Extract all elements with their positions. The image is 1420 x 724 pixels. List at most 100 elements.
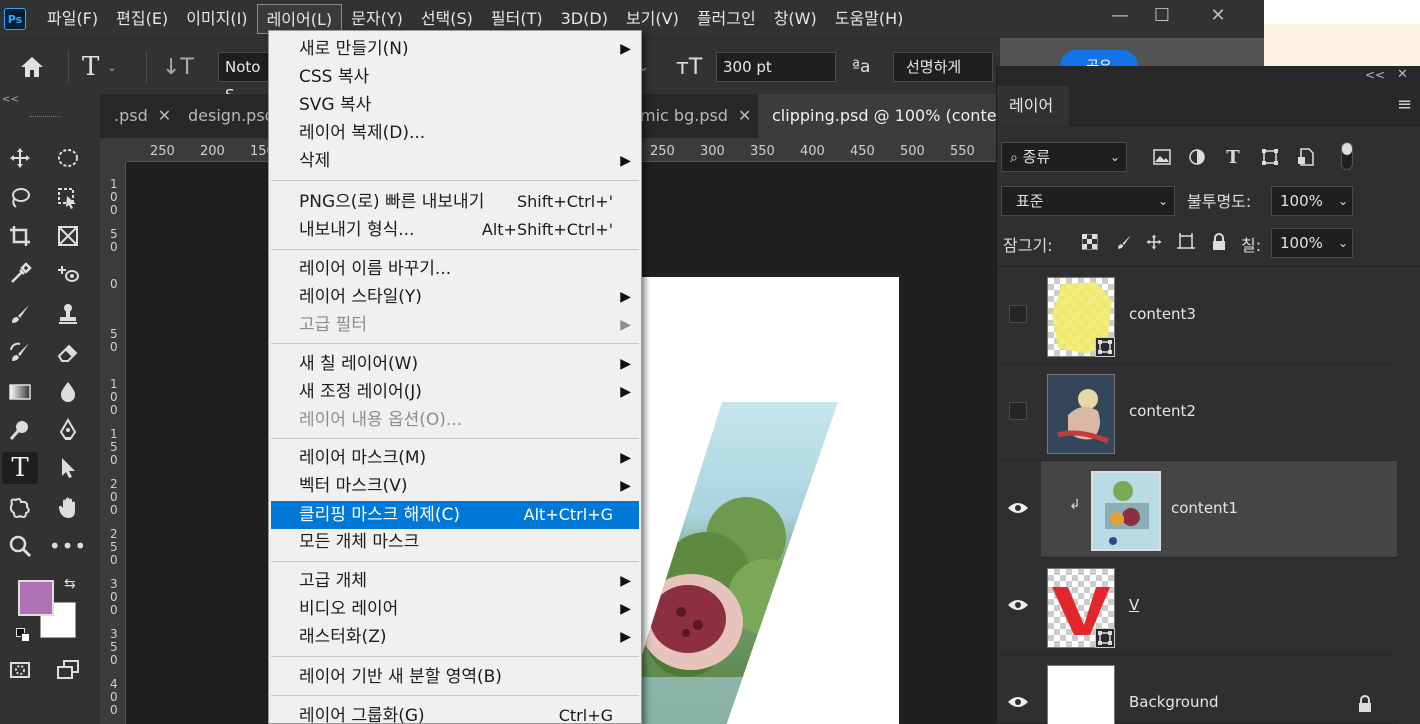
fill-field[interactable]: 100% ⌄	[1271, 228, 1353, 258]
filter-shape-layers-button[interactable]	[1259, 146, 1281, 168]
swap-colors-icon[interactable]: ⇆	[64, 576, 76, 592]
blend-mode-select[interactable]: 표준 ⌄	[1001, 186, 1175, 216]
lock-artboard-button[interactable]	[1175, 231, 1197, 253]
crop-tool[interactable]	[2, 220, 38, 252]
text-orientation-button[interactable]: ↓T	[162, 51, 194, 83]
menu-file[interactable]: 파일(F)	[38, 4, 107, 34]
filter-type-layers-button[interactable]: T	[1222, 146, 1244, 168]
menu-item-quick-export-png[interactable]: PNG으(로) 빠른 내보내기 Shift+Ctrl+'	[271, 188, 639, 216]
tab-clipping[interactable]: clipping.psd @ 100% (content	[758, 94, 1000, 138]
menu-item-vector-mask[interactable]: 벡터 마스크(V) ▶	[271, 472, 639, 500]
dodge-tool[interactable]	[2, 414, 38, 446]
visibility-toggle[interactable]	[1009, 305, 1027, 323]
quick-mask-button[interactable]	[2, 654, 38, 686]
menu-item-new-fill-layer[interactable]: 새 칠 레이어(W) ▶	[271, 350, 639, 378]
layer-row-background[interactable]: Background	[997, 655, 1397, 724]
menu-item-export-as[interactable]: 내보내기 형식... Alt+Shift+Ctrl+'	[271, 216, 639, 244]
object-selection-tool[interactable]	[50, 182, 86, 214]
menu-item-new-adjustment-layer[interactable]: 새 조정 레이어(J) ▶	[271, 378, 639, 406]
menu-item-release-clipping-mask[interactable]: 클리핑 마스크 해제(C) Alt+Ctrl+G	[271, 501, 639, 529]
default-colors-icon[interactable]	[16, 628, 30, 642]
lasso-tool[interactable]	[2, 182, 38, 214]
tab-document-1[interactable]: .psd ✕	[100, 94, 174, 138]
anti-alias-select[interactable]: 선명하게	[893, 51, 993, 83]
document-canvas[interactable]	[626, 277, 899, 724]
color-sampler-tool[interactable]	[50, 258, 86, 290]
type-tool[interactable]: T	[2, 452, 38, 484]
gradient-tool[interactable]	[2, 376, 38, 408]
eye-icon[interactable]	[1007, 499, 1029, 517]
menu-item-label: 비디오 레이어	[299, 599, 399, 619]
hand-tool[interactable]	[50, 492, 86, 524]
menu-item-layer-style[interactable]: 레이어 스타일(Y) ▶	[271, 283, 639, 311]
menu-item-rasterize[interactable]: 래스터화(Z) ▶	[271, 623, 639, 651]
menu-item-delete[interactable]: 삭제 ▶	[271, 147, 639, 175]
menu-item-new-layer-based-slice[interactable]: 레이어 기반 새 분할 영역(B)	[271, 663, 639, 691]
layer-filter-select[interactable]: ⌕ 종류 ⌄	[1001, 142, 1127, 172]
close-icon[interactable]: ✕	[738, 106, 751, 125]
lock-all-button[interactable]	[1208, 231, 1230, 253]
blur-tool[interactable]	[50, 376, 86, 408]
filter-pixel-layers-button[interactable]	[1151, 146, 1173, 168]
menu-help[interactable]: 도움말(H)	[826, 4, 913, 34]
eyedropper-tool[interactable]	[2, 258, 38, 290]
eye-icon[interactable]	[1007, 693, 1029, 711]
menu-item-copy-svg[interactable]: SVG 복사	[271, 91, 639, 119]
ruler-label: 250	[650, 144, 675, 159]
opacity-field[interactable]: 100% ⌄	[1271, 186, 1353, 216]
menu-item-duplicate-layer[interactable]: 레이어 복제(D)...	[271, 119, 639, 147]
filter-smart-object-button[interactable]	[1295, 146, 1317, 168]
frame-tool[interactable]	[50, 220, 86, 252]
tools-collapse-button[interactable]: <<	[0, 94, 100, 108]
menu-item-video-layers[interactable]: 비디오 레이어 ▶	[271, 595, 639, 623]
menu-edit[interactable]: 편집(E)	[107, 4, 177, 34]
lock-transparent-pixels-button[interactable]	[1079, 231, 1101, 253]
lock-position-button[interactable]	[1143, 231, 1165, 253]
menu-image[interactable]: 이미지(I)	[177, 4, 256, 34]
menu-item-copy-css[interactable]: CSS 복사	[271, 63, 639, 91]
tab-layers[interactable]: 레이어	[997, 86, 1069, 126]
close-icon[interactable]: ✕	[158, 106, 171, 125]
filter-toggle-switch[interactable]	[1341, 142, 1353, 170]
path-selection-tool[interactable]	[50, 452, 86, 484]
more-tools-button[interactable]: •••	[49, 530, 86, 562]
filter-adjustment-layers-button[interactable]	[1186, 146, 1208, 168]
layer-thumbnail	[1047, 374, 1115, 454]
close-panel-icon[interactable]: ✕	[1397, 67, 1408, 82]
foreground-color-swatch[interactable]	[18, 580, 54, 616]
menu-item-new[interactable]: 새로 만들기(N) ▶	[271, 35, 639, 63]
layer-row-content2[interactable]: content2	[997, 364, 1397, 461]
visibility-toggle[interactable]	[1009, 402, 1027, 420]
eraser-tool[interactable]	[50, 336, 86, 368]
zoom-tool[interactable]	[2, 530, 38, 562]
font-size-field[interactable]: 300 pt	[716, 51, 836, 83]
menu-window[interactable]: 창(W)	[765, 4, 826, 34]
menu-item-mask-all-objects[interactable]: 모든 개체 마스크	[271, 528, 639, 556]
menu-plugins[interactable]: 플러그인	[688, 4, 765, 34]
menu-item-layer-mask[interactable]: 레이어 마스크(M) ▶	[271, 444, 639, 472]
tab-mic-bg[interactable]: mic bg.psd ✕	[640, 94, 756, 138]
lock-image-pixels-button[interactable]	[1113, 231, 1135, 253]
custom-shape-tool[interactable]	[2, 492, 38, 524]
type-tool-preset[interactable]: T ⌄	[82, 51, 117, 83]
home-button[interactable]	[18, 51, 46, 83]
history-brush-tool[interactable]	[2, 336, 38, 368]
collapse-panel-icon[interactable]: <<	[1365, 68, 1385, 82]
eye-icon[interactable]	[1007, 596, 1029, 614]
maximize-button[interactable]: ☐	[1134, 0, 1190, 30]
menu-item-rename-layer[interactable]: 레이어 이름 바꾸기...	[271, 255, 639, 283]
move-tool[interactable]	[2, 142, 38, 174]
close-window-button[interactable]: ✕	[1190, 0, 1246, 30]
brush-tool[interactable]	[2, 298, 38, 330]
stamp-tool[interactable]	[50, 298, 86, 330]
layer-row-content1[interactable]: ↲ content1	[1008, 461, 1397, 558]
menu-item-smart-objects[interactable]: 고급 개체 ▶	[271, 567, 639, 595]
pen-tool[interactable]	[50, 414, 86, 446]
screen-mode-button[interactable]	[50, 654, 86, 686]
layer-row-content3[interactable]: content3	[997, 267, 1397, 364]
layer-row-v[interactable]: V	[997, 558, 1397, 655]
tab-design[interactable]: design.psd	[174, 94, 274, 138]
menu-item-group-layers[interactable]: 레이어 그룹화(G) Ctrl+G	[271, 702, 639, 724]
panel-menu-icon[interactable]: ≡	[1397, 94, 1412, 115]
marquee-tool[interactable]	[50, 142, 86, 174]
